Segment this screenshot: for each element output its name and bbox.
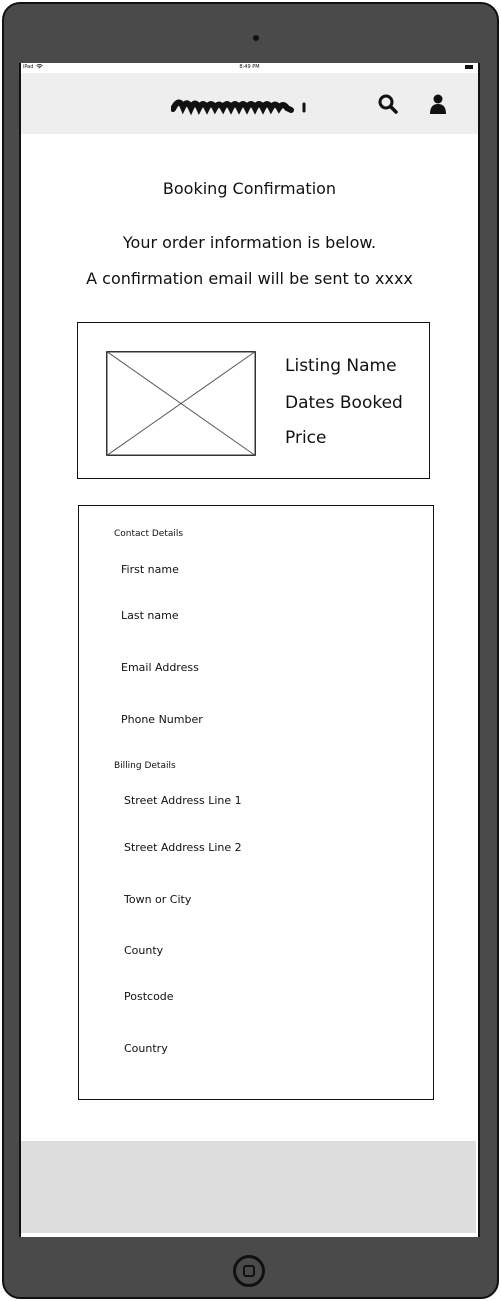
street-address-line2-field[interactable]: Street Address Line 2 — [124, 841, 242, 854]
user-icon[interactable] — [429, 93, 447, 119]
street-address-line1-field[interactable]: Street Address Line 1 — [124, 794, 242, 807]
listing-image-placeholder — [105, 350, 257, 457]
footer — [21, 1141, 476, 1233]
country-field[interactable]: Country — [124, 1042, 168, 1055]
listing-dates: Dates Booked — [285, 393, 403, 413]
email-address-field[interactable]: Email Address — [121, 661, 199, 674]
contact-details-heading: Contact Details — [114, 529, 184, 539]
camera — [253, 35, 259, 41]
battery-icon — [465, 65, 473, 69]
clock: 8:49 PM — [239, 64, 260, 70]
nav-bar — [21, 73, 478, 134]
billing-details-heading: Billing Details — [114, 761, 176, 771]
last-name-field[interactable]: Last name — [121, 609, 179, 622]
first-name-field[interactable]: First name — [121, 563, 179, 576]
page-title: Booking Confirmation — [162, 179, 337, 198]
scribble-logo[interactable] — [170, 91, 311, 121]
order-info-text: Your order information is below. — [122, 233, 377, 252]
phone-number-field[interactable]: Phone Number — [121, 713, 203, 726]
county-field[interactable]: County — [124, 944, 163, 957]
details-form: Contact Details First name Last name Ema… — [78, 505, 434, 1100]
town-or-city-field[interactable]: Town or City — [124, 893, 191, 906]
home-square-icon — [243, 1265, 255, 1277]
screen: iPad 8:49 PM Booking Confirmation Your o… — [19, 63, 480, 1237]
listing-price: Price — [285, 428, 327, 448]
home-button[interactable] — [233, 1255, 265, 1287]
listing-name: Listing Name — [285, 356, 397, 376]
postcode-field[interactable]: Postcode — [124, 990, 174, 1003]
confirmation-email-text: A confirmation email will be sent to xxx… — [86, 269, 413, 288]
status-bar: iPad 8:49 PM — [21, 63, 478, 73]
search-icon[interactable] — [377, 93, 399, 119]
listing-summary-card: Listing Name Dates Booked Price — [77, 322, 430, 479]
